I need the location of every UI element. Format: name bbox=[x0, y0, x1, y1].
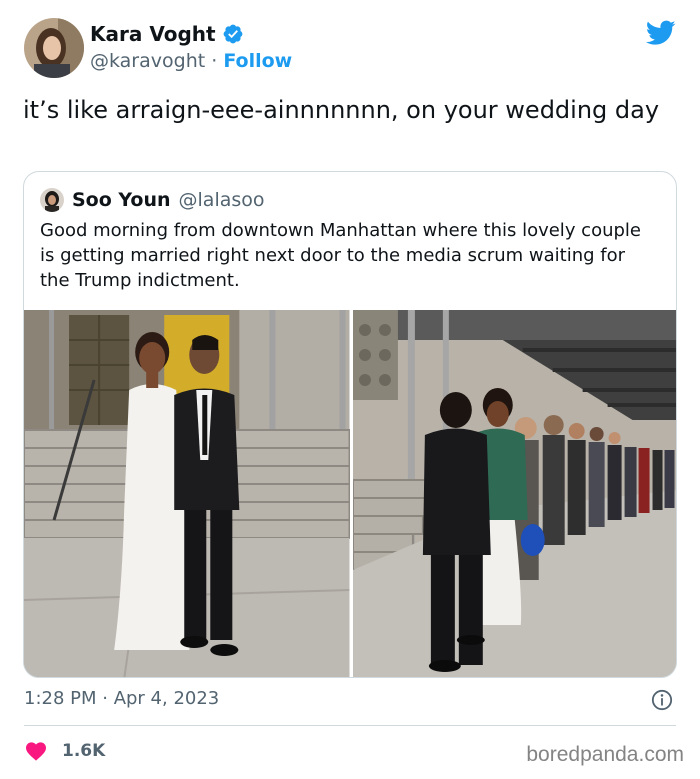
author-avatar[interactable] bbox=[24, 18, 84, 78]
quoted-tweet[interactable]: Soo Youn @lalasoo Good morning from down… bbox=[23, 171, 677, 678]
watermark-text: boredpanda.com bbox=[526, 743, 684, 766]
heart-icon[interactable] bbox=[24, 739, 48, 763]
quoted-author-avatar[interactable] bbox=[40, 188, 64, 212]
tweet-text: it’s like arraign-eee-ainnnnnnn, on your… bbox=[23, 96, 660, 124]
quoted-author-handle[interactable]: @lalasoo bbox=[179, 189, 265, 211]
author-name[interactable]: Kara Voght bbox=[90, 22, 216, 46]
author-handle-row: @karavoght · Follow bbox=[90, 50, 292, 72]
wedding-photo-right[interactable] bbox=[352, 310, 676, 677]
verified-badge-icon bbox=[223, 24, 242, 44]
handle-separator: · bbox=[211, 50, 218, 72]
follow-button[interactable]: Follow bbox=[223, 50, 292, 72]
twitter-bird-icon[interactable] bbox=[646, 20, 676, 46]
like-count: 1.6K bbox=[62, 741, 106, 761]
quoted-tweet-text: Good morning from downtown Manhattan whe… bbox=[40, 220, 642, 291]
info-icon[interactable] bbox=[651, 689, 673, 711]
quoted-tweet-header: Soo Youn @lalasoo bbox=[40, 188, 265, 212]
like-action[interactable]: 1.6K bbox=[24, 739, 105, 763]
quoted-media bbox=[24, 310, 676, 677]
tweet-card: Kara Voght @karavoght · Follow it’s like… bbox=[0, 0, 700, 779]
author-name-row: Kara Voght bbox=[90, 22, 244, 46]
quoted-author-name[interactable]: Soo Youn bbox=[72, 189, 171, 211]
tweet-timestamp[interactable]: 1:28 PM · Apr 4, 2023 bbox=[24, 688, 219, 709]
author-handle[interactable]: @karavoght bbox=[90, 50, 205, 72]
footer-divider bbox=[24, 725, 676, 726]
wedding-photo-left[interactable] bbox=[24, 310, 350, 677]
